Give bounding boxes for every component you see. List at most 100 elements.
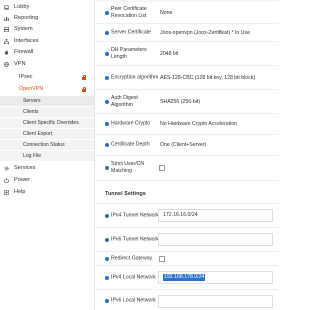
info-icon[interactable] xyxy=(105,299,109,303)
fire-icon xyxy=(4,50,9,55)
auth-digest-select[interactable]: SHA256 (256-bit) xyxy=(160,99,200,105)
field-label: IPv6 Tunnel Network xyxy=(111,236,159,242)
sidebar-subitem-ipsec[interactable]: IPsec xyxy=(0,72,94,82)
server-settings-form: Peer Certificate Revocation List None Se… xyxy=(96,0,279,310)
sidebar-item-system[interactable]: System xyxy=(0,24,94,35)
power-icon xyxy=(4,178,9,183)
sidebar-leaf-label: Log File xyxy=(23,153,42,159)
dh-length-select[interactable]: 2048 bit xyxy=(160,51,178,57)
ipv6-tunnel-network-input[interactable] xyxy=(158,233,273,246)
lock-icon xyxy=(82,75,86,80)
row-server-certificate: Server Certificate Joos-openvpn (Joos-Ze… xyxy=(96,24,279,42)
info-icon[interactable] xyxy=(105,275,109,280)
row-certificate-depth: Certificate Depth One (Client+Server) xyxy=(96,135,279,156)
info-icon[interactable] xyxy=(105,143,109,147)
sidebar-item-vpn[interactable]: VPN xyxy=(0,59,94,70)
sidebar-item-lobby[interactable]: Lobby xyxy=(0,2,94,13)
sidebar-item-connection-status[interactable]: Connection Status xyxy=(0,139,94,150)
sidebar-leaf-label: Client Export xyxy=(23,131,53,137)
row-strict-user-cn: Strict User/CN Matching xyxy=(96,156,279,181)
info-icon[interactable] xyxy=(105,237,109,242)
sidebar-leaf-label: Servers xyxy=(23,98,41,104)
sidebar-item-label: Reporting xyxy=(14,15,39,21)
sidebar-item-firewall[interactable]: Firewall xyxy=(0,47,94,58)
row-ipv4-local-network: IPv4 Local Network 192.168.178.0/24 xyxy=(96,266,279,290)
input-value: 172.16.16.0/24 xyxy=(163,212,198,218)
field-label: Strict User/CN Matching xyxy=(111,161,145,174)
sidebar-subitem-label: OpenVPN xyxy=(19,86,44,92)
gears-icon xyxy=(4,166,9,171)
server-certificate-select[interactable]: Joos-openvpn (Joos-Zertifikat) * In Use xyxy=(160,30,250,36)
field-label: IPv4 Tunnel Network xyxy=(111,212,159,218)
field-label: Certificate Depth xyxy=(111,141,150,148)
sidebar-item-client-export[interactable]: Client Export xyxy=(0,128,94,139)
field-label: IPv4 Local Network xyxy=(111,274,156,280)
info-icon[interactable] xyxy=(105,122,109,126)
sidebar-item-reporting[interactable]: Reporting xyxy=(0,13,94,24)
sidebar-leaf-label: Clients xyxy=(23,109,39,115)
field-label: IPv6 Local Network xyxy=(111,297,156,304)
help-icon xyxy=(4,190,9,195)
sidebar-item-clients[interactable]: Clients xyxy=(0,106,94,117)
sidebar-item-label: Lobby xyxy=(14,4,30,10)
field-label: Peer Certificate Revocation List xyxy=(111,5,147,19)
info-icon[interactable] xyxy=(105,51,109,56)
row-ipv6-local-network: IPv6 Local Network xyxy=(96,290,279,310)
sidebar-subitem-label: IPsec xyxy=(19,74,33,80)
section-tunnel-settings: Tunnel Settings xyxy=(96,185,279,203)
sidebar-item-label: Help xyxy=(14,189,26,195)
sidebar-leaf-label: Connection Status xyxy=(23,142,65,148)
row-hardware-crypto: Hardware Crypto No Hardware Crypto Accel… xyxy=(96,114,279,135)
info-icon[interactable] xyxy=(105,213,109,218)
redirect-gateway-checkbox[interactable] xyxy=(159,255,165,262)
peer-cert-revocation-select[interactable]: None xyxy=(160,10,172,16)
row-ipv4-tunnel-network: IPv4 Tunnel Network 172.16.16.0/24 xyxy=(96,203,279,228)
hardware-crypto-select[interactable]: No Hardware Crypto Acceleration xyxy=(160,121,237,127)
field-label: Encryption algorithm xyxy=(111,74,159,80)
laptop-icon xyxy=(4,5,9,10)
row-peer-cert-revocation: Peer Certificate Revocation List None xyxy=(96,2,279,24)
row-redirect-gateway: Redirect Gateway xyxy=(96,252,279,266)
row-ipv6-tunnel-network: IPv6 Tunnel Network xyxy=(96,228,279,252)
ipv4-local-network-input[interactable]: 192.168.178.0/24 xyxy=(158,271,273,284)
encryption-select[interactable]: AES-128-CBC (128 bit key, 128 bit block) xyxy=(160,75,255,81)
sidebar-item-label: System xyxy=(14,26,33,32)
sidebar-item-label: Firewall xyxy=(14,49,34,55)
bar-chart-icon xyxy=(4,17,9,21)
strict-user-cn-checkbox[interactable] xyxy=(159,165,165,171)
field-label: Hardware Crypto xyxy=(111,120,151,127)
ipv4-tunnel-network-input[interactable]: 172.16.16.0/24 xyxy=(158,209,273,222)
ipv6-local-network-input[interactable] xyxy=(158,294,273,308)
field-label: Server Certificate xyxy=(111,29,152,35)
sidebar-subitem-openvpn[interactable]: OpenVPN xyxy=(0,84,94,94)
info-icon[interactable] xyxy=(105,75,109,80)
section-title: Tunnel Settings xyxy=(105,191,146,197)
row-auth-digest: Auth Digest Algorithm SHA256 (256-bit) xyxy=(96,90,279,114)
sidebar-leaf-label: Client Specific Overrides xyxy=(23,120,79,126)
network-icon xyxy=(4,39,9,44)
input-value-selected: 192.168.178.0/24 xyxy=(163,274,206,281)
sidebar-item-power[interactable]: Power xyxy=(0,175,94,186)
sidebar-item-services[interactable]: Services xyxy=(0,163,94,174)
certificate-depth-select[interactable]: One (Client+Server) xyxy=(160,142,206,148)
lock-icon xyxy=(82,87,86,92)
info-icon[interactable] xyxy=(105,99,109,104)
info-icon[interactable] xyxy=(105,10,109,15)
sidebar-item-log-file[interactable]: Log File xyxy=(0,150,94,161)
sidebar-item-label: Services xyxy=(14,165,36,171)
field-label: Redirect Gateway xyxy=(111,255,153,261)
sidebar-item-label: VPN xyxy=(14,61,26,67)
sidebar-item-servers[interactable]: Servers xyxy=(0,95,94,106)
sidebar-item-label: Interfaces xyxy=(14,38,39,44)
sidebar-item-interfaces[interactable]: Interfaces xyxy=(0,36,94,47)
sidebar: Lobby Reporting System Interfaces Firewa… xyxy=(0,0,95,310)
info-icon[interactable] xyxy=(105,166,109,170)
server-icon xyxy=(4,27,9,32)
sidebar-item-help[interactable]: Help xyxy=(0,187,94,198)
field-label: DH Parameters Length xyxy=(111,46,147,60)
row-dh-length: DH Parameters Length 2048 bit xyxy=(96,42,279,66)
row-encryption: Encryption algorithm AES-128-CBC (128 bi… xyxy=(96,66,279,90)
info-icon[interactable] xyxy=(105,30,109,35)
info-icon[interactable] xyxy=(105,256,109,261)
sidebar-item-client-specific-overrides[interactable]: Client Specific Overrides xyxy=(0,117,94,128)
